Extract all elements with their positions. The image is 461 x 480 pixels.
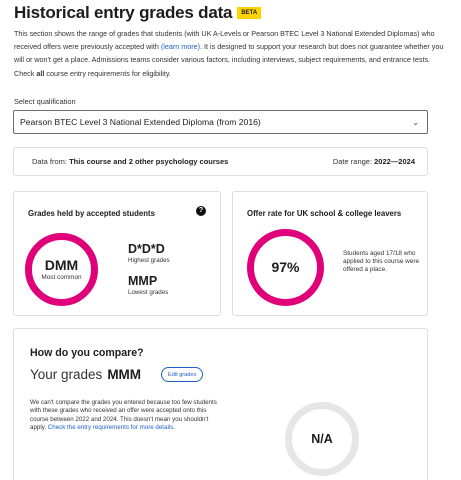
- qualification-label: Select qualification: [14, 97, 76, 106]
- data-source-prefix: Data from:: [32, 157, 70, 166]
- data-source-value: This course and 2 other psychology cours…: [69, 157, 229, 166]
- learn-more-link[interactable]: (learn more): [161, 42, 200, 51]
- compare-explanation: We can't compare the grades you entered …: [30, 399, 226, 433]
- grades-card: Grades held by accepted students ? DMM M…: [13, 191, 221, 316]
- date-range-value: 2022—2024: [374, 157, 415, 166]
- your-grades: Your grades MMM: [30, 367, 141, 382]
- offer-rate-value: 97%: [271, 259, 300, 275]
- lowest-grades-label: Lowest grades: [128, 289, 169, 296]
- chevron-down-icon: ⌄: [412, 117, 419, 127]
- offer-rate-card: Offer rate for UK school & college leave…: [232, 191, 428, 316]
- compare-result-value: N/A: [311, 432, 333, 446]
- offer-rate-title: Offer rate for UK school & college leave…: [247, 209, 402, 218]
- your-grades-value: MMM: [107, 367, 142, 382]
- date-range-label: Date range:: [332, 157, 375, 166]
- entry-requirements-link[interactable]: Check the entry requirements for more de…: [48, 424, 175, 431]
- beta-badge: BETA: [237, 7, 262, 19]
- highest-grades: D*D*D Highest grades: [128, 242, 170, 264]
- your-grades-label: Your grades: [30, 367, 103, 382]
- most-common-grade-ring: DMM Most common: [25, 233, 98, 306]
- page-title: Historical entry grades data: [14, 3, 233, 22]
- date-range-text: Date range: 2022—2024: [333, 157, 415, 166]
- edit-grades-button[interactable]: Edit grades: [161, 367, 204, 382]
- lowest-grades: MMP Lowest grades: [128, 274, 168, 296]
- compare-card: How do you compare? Your grades MMM Edit…: [13, 328, 428, 480]
- most-common-grade-value: DMM: [44, 257, 79, 273]
- most-common-grade-label: Most common: [41, 274, 82, 281]
- data-source-text: Data from: This course and 2 other psych…: [32, 157, 228, 166]
- compare-result-ring: N/A: [285, 402, 359, 476]
- help-icon[interactable]: ?: [196, 206, 206, 216]
- intro-part-3: course entry requirements for eligibilit…: [44, 68, 171, 78]
- qualification-select[interactable]: Pearson BTEC Level 3 National Extended D…: [13, 110, 428, 134]
- compare-title: How do you compare?: [30, 347, 144, 359]
- data-source-bar: Data from: This course and 2 other psych…: [13, 147, 428, 176]
- page-header: Historical entry grades data BETA: [14, 3, 262, 23]
- offer-rate-ring: 97%: [247, 229, 324, 306]
- highest-grades-value: D*D*D: [128, 242, 165, 256]
- offer-rate-description: Students aged 17/18 who applied to this …: [343, 250, 420, 274]
- qualification-selected-value: Pearson BTEC Level 3 National Extended D…: [20, 117, 261, 127]
- grades-card-title: Grades held by accepted students: [28, 209, 155, 218]
- lowest-grades-value: MMP: [128, 274, 158, 288]
- highest-grades-label: Highest grades: [128, 257, 170, 264]
- intro-text: This section shows the range of grades t…: [14, 27, 450, 80]
